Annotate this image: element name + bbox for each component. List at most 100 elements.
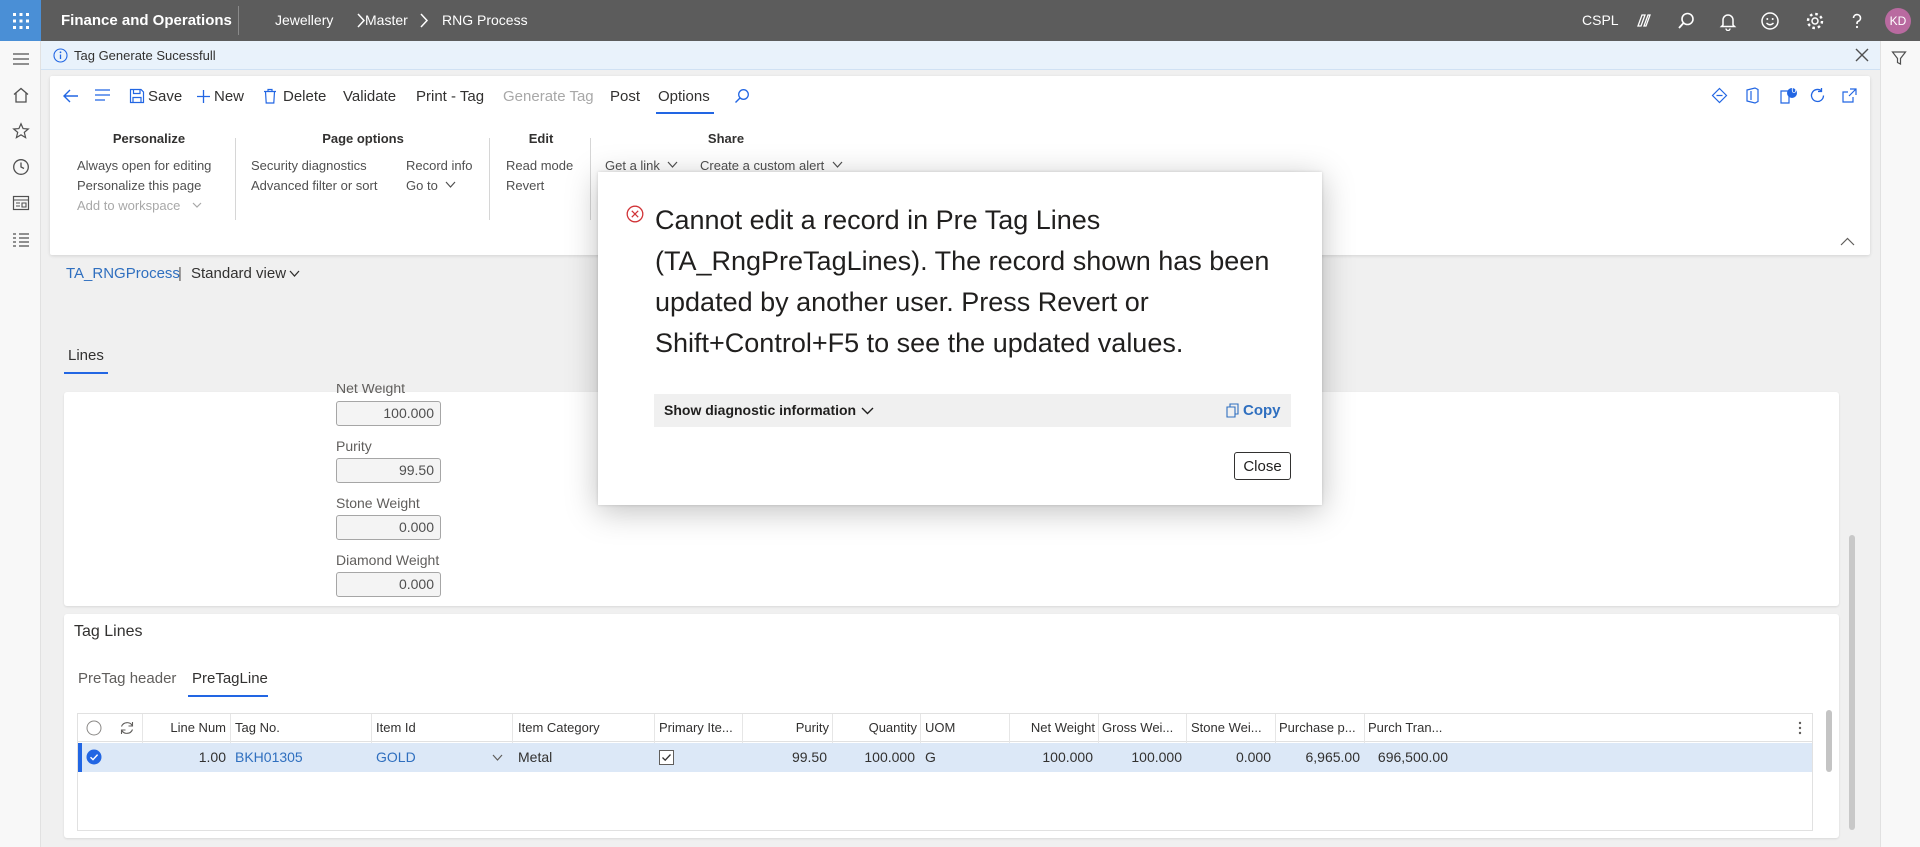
read-mode-button[interactable]: Read mode — [506, 156, 573, 175]
modules-list-icon[interactable] — [0, 222, 41, 258]
col-quantity[interactable]: Quantity — [836, 714, 917, 742]
cell-purchase-price[interactable]: 6,965.00 — [1279, 743, 1361, 772]
col-primary-item[interactable]: Primary Ite... — [659, 714, 739, 742]
cell-uom[interactable]: G — [925, 743, 936, 772]
cell-line-num[interactable]: 1.00 — [146, 743, 226, 772]
row-selected-checkbox[interactable] — [86, 749, 102, 765]
col-purity[interactable]: Purity — [746, 714, 829, 742]
hamburger-menu-icon[interactable] — [0, 41, 41, 77]
search-icon[interactable] — [1666, 0, 1706, 41]
filter-funnel-icon[interactable] — [1891, 50, 1907, 66]
group-page-options-title: Page options — [322, 131, 404, 146]
app-launcher-waffle-icon[interactable] — [0, 0, 41, 41]
record-info-button[interactable]: Record info — [406, 156, 472, 175]
new-plus-icon[interactable] — [196, 89, 211, 104]
chevron-down-icon[interactable] — [861, 407, 874, 415]
power-apps-diamond-icon[interactable] — [1711, 87, 1728, 104]
cell-tag-no[interactable]: BKH01305 — [235, 743, 303, 772]
col-stone-weight[interactable]: Stone Wei... — [1191, 714, 1271, 742]
primary-item-checkbox[interactable] — [659, 750, 674, 765]
view-selector[interactable]: Standard view — [191, 265, 286, 282]
cell-purity[interactable]: 99.50 — [746, 743, 827, 772]
user-avatar[interactable]: KD — [1885, 8, 1911, 34]
title-separator: | — [178, 265, 182, 282]
stone-weight-field[interactable]: 0.000 — [336, 515, 441, 540]
print-tag-button[interactable]: Print - Tag — [416, 84, 484, 110]
recent-clock-icon[interactable] — [0, 149, 41, 185]
workspaces-icon[interactable] — [0, 185, 41, 221]
copilot-icon[interactable] — [1624, 0, 1664, 41]
post-button[interactable]: Post — [610, 84, 640, 110]
cell-item-id[interactable]: GOLD — [376, 743, 416, 772]
cell-net-weight[interactable]: 100.000 — [1013, 743, 1093, 772]
form-name-link[interactable]: TA_RNGProcess — [66, 265, 180, 282]
breadcrumb-jewellery[interactable]: Jewellery — [275, 0, 333, 41]
help-icon[interactable] — [1837, 0, 1877, 41]
validate-button[interactable]: Validate — [343, 84, 396, 110]
tag-lines-title[interactable]: Tag Lines — [74, 623, 143, 641]
col-item-id[interactable]: Item Id — [376, 714, 506, 742]
app-title[interactable]: Finance and Operations — [61, 0, 232, 41]
new-button[interactable]: New — [214, 84, 244, 110]
office-icon[interactable] — [1745, 87, 1760, 104]
save-icon[interactable] — [129, 88, 145, 104]
tab-options[interactable]: Options — [658, 84, 710, 110]
home-icon[interactable] — [0, 77, 41, 113]
cell-gross-weight[interactable]: 100.000 — [1102, 743, 1182, 772]
feedback-smiley-icon[interactable] — [1750, 0, 1790, 41]
advanced-filter-button[interactable]: Advanced filter or sort — [251, 176, 377, 195]
close-message-icon[interactable] — [1855, 48, 1869, 62]
breadcrumb-master[interactable]: Master — [365, 0, 408, 41]
col-net-weight[interactable]: Net Weight — [1013, 714, 1095, 742]
col-gross-weight[interactable]: Gross Wei... — [1102, 714, 1182, 742]
delete-trash-icon[interactable] — [263, 88, 277, 104]
save-button[interactable]: Save — [148, 84, 182, 110]
cell-stone-weight[interactable]: 0.000 — [1191, 743, 1271, 772]
security-diagnostics-button[interactable]: Security diagnostics — [251, 156, 367, 175]
col-purch-tran[interactable]: Purch Tran... — [1368, 714, 1458, 742]
notifications-bell-icon[interactable] — [1708, 0, 1748, 41]
collapse-chevron-up-icon[interactable] — [1840, 237, 1855, 246]
refresh-icon[interactable] — [1809, 87, 1826, 104]
grid-scrollbar[interactable] — [1826, 710, 1832, 772]
back-arrow-icon[interactable] — [62, 88, 80, 104]
cell-quantity[interactable]: 100.000 — [836, 743, 915, 772]
breadcrumb-rng-process[interactable]: RNG Process — [442, 0, 528, 41]
company-picker[interactable]: CSPL — [1582, 0, 1619, 41]
cell-item-category[interactable]: Metal — [518, 743, 552, 772]
select-all-checkbox[interactable] — [86, 720, 102, 736]
purity-field[interactable]: 99.50 — [336, 458, 441, 483]
settings-gear-icon[interactable] — [1795, 0, 1835, 41]
always-open-for-editing-button[interactable]: Always open for editing — [77, 156, 211, 175]
message-text: Tag Generate Sucessfull — [74, 48, 216, 63]
col-item-category[interactable]: Item Category — [518, 714, 648, 742]
copy-button[interactable]: Copy — [1226, 398, 1281, 423]
tab-pretag-header[interactable]: PreTag header — [78, 670, 176, 687]
tab-pretagline[interactable]: PreTagLine — [192, 670, 268, 687]
col-tag-no[interactable]: Tag No. — [235, 714, 365, 742]
col-purchase-price[interactable]: Purchase p... — [1279, 714, 1359, 742]
action-search-icon[interactable] — [734, 88, 750, 104]
table-row[interactable] — [78, 743, 1812, 772]
item-id-dropdown-chevron-icon[interactable] — [492, 754, 503, 762]
generate-tag-button[interactable]: Generate Tag — [503, 84, 594, 110]
diamond-weight-field[interactable]: 0.000 — [336, 572, 441, 597]
page-scrollbar[interactable] — [1849, 535, 1855, 830]
tab-lines[interactable]: Lines — [68, 347, 104, 364]
col-line-num[interactable]: Line Num — [146, 714, 226, 742]
revert-button[interactable]: Revert — [506, 176, 544, 195]
cell-purch-tran[interactable]: 696,500.00 — [1368, 743, 1448, 772]
personalize-this-page-button[interactable]: Personalize this page — [77, 176, 201, 195]
add-to-workspace-button[interactable]: Add to workspace — [77, 196, 180, 215]
favorites-star-icon[interactable] — [0, 113, 41, 149]
show-diagnostic-toggle[interactable]: Show diagnostic information — [664, 394, 856, 427]
close-button[interactable]: Close — [1234, 452, 1291, 480]
go-to-button[interactable]: Go to — [406, 176, 438, 195]
net-weight-field[interactable]: 100.000 — [336, 401, 441, 426]
col-uom[interactable]: UOM — [925, 714, 1005, 742]
open-new-window-icon[interactable] — [1841, 87, 1858, 104]
grid-refresh-icon[interactable] — [119, 720, 135, 736]
column-options-more-icon[interactable] — [1797, 720, 1803, 736]
action-menu-icon[interactable] — [94, 88, 111, 103]
delete-button[interactable]: Delete — [283, 84, 326, 110]
